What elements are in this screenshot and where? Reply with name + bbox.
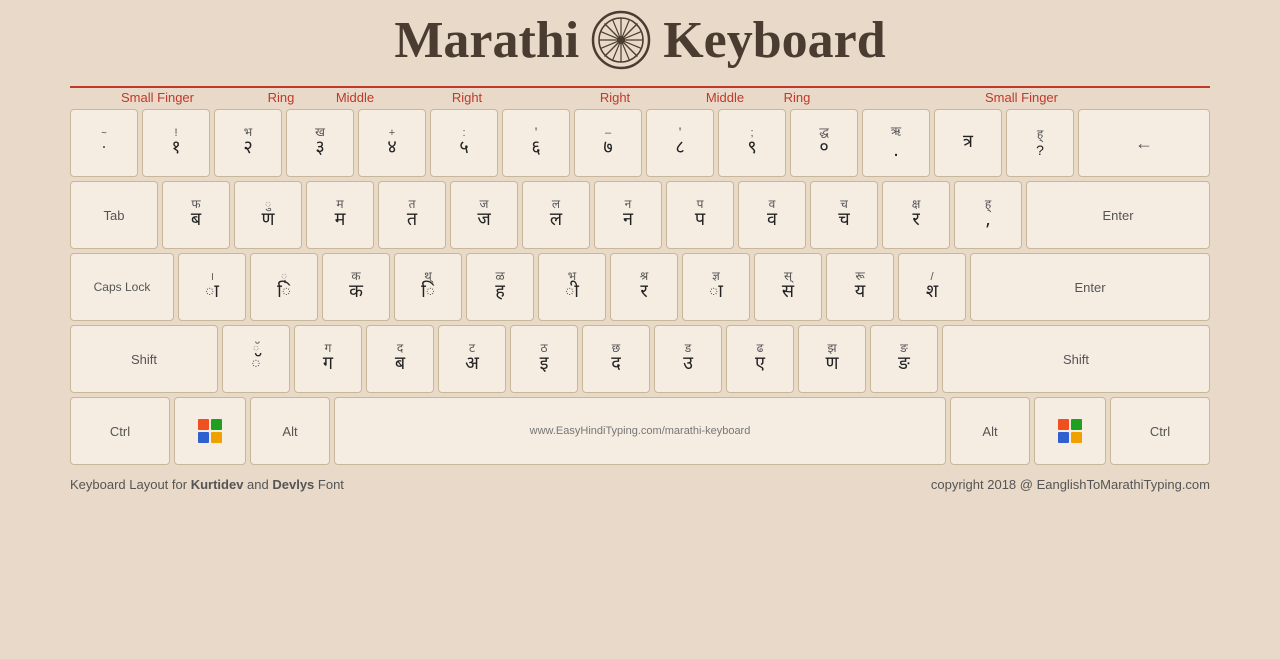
finger-label-right-l: Right [393,86,541,105]
key-n[interactable]: छ द [582,325,650,393]
key-1[interactable]: ! १ [142,109,210,177]
key-alt-right[interactable]: Alt [950,397,1030,465]
windows-icon-left [198,419,222,443]
key-l[interactable]: स् स [754,253,822,321]
ashoka-wheel-icon [591,10,651,70]
finger-label-middle-r: Middle [689,86,761,105]
finger-label-middle-l: Middle [317,86,393,105]
key-enter[interactable]: Enter [1026,181,1210,249]
key-8[interactable]: ' ८ [646,109,714,177]
key-e[interactable]: म म [306,181,374,249]
footer-font2: Devlys [272,477,314,492]
key-x[interactable]: ग ग [294,325,362,393]
key-y[interactable]: ल ल [522,181,590,249]
key-bracket-close[interactable]: ह् , [954,181,1022,249]
key-2[interactable]: भ २ [214,109,282,177]
key-period[interactable]: झ ण [798,325,866,393]
key-g[interactable]: ळ ह [466,253,534,321]
key-equals[interactable]: त्र [934,109,1002,177]
key-bracket-open[interactable]: क्ष र [882,181,950,249]
finger-label-small-finger-l: Small Finger [70,86,245,105]
key-5[interactable]: : ५ [430,109,498,177]
key-shift-right[interactable]: Shift [942,325,1210,393]
key-w[interactable]: ु ण [234,181,302,249]
key-ctrl-right[interactable]: Ctrl [1110,397,1210,465]
footer-right: copyright 2018 @ EanglishToMarathiTyping… [931,477,1210,492]
windows-icon-right [1058,419,1082,443]
row-caps: Caps Lock । ा ृ ि क क थ् ि ळ ह [70,253,1210,321]
key-b[interactable]: ठ इ [510,325,578,393]
row-shift: Shift ॅ ॅ ग ग द ब ट अ ठ इ छ [70,325,1210,393]
key-quote[interactable]: / श [898,253,966,321]
key-win-left[interactable] [174,397,246,465]
footer-font1: Kurtidev [191,477,244,492]
key-i[interactable]: प प [666,181,734,249]
key-tab[interactable]: Tab [70,181,158,249]
key-q[interactable]: फ ब [162,181,230,249]
key-r[interactable]: त त [378,181,446,249]
key-6[interactable]: ' ६ [502,109,570,177]
row-number: ~ · ! १ भ २ ख ३ + ४ : ५ [70,109,1210,177]
finger-label-small-finger-r: Small Finger [833,86,1210,105]
key-caps-lock[interactable]: Caps Lock [70,253,174,321]
key-4[interactable]: + ४ [358,109,426,177]
key-u[interactable]: न न [594,181,662,249]
key-v[interactable]: ट अ [438,325,506,393]
key-3[interactable]: ख ३ [286,109,354,177]
key-slash[interactable]: ङ ङ [870,325,938,393]
finger-label-ring-l: Ring [245,86,317,105]
key-o[interactable]: व व [738,181,806,249]
footer-left: Keyboard Layout for Kurtidev and Devlys … [70,477,344,492]
key-backslash-top[interactable]: ह् ? [1006,109,1074,177]
finger-label-ring-r: Ring [761,86,833,105]
key-k[interactable]: ज्ञ ा [682,253,750,321]
key-minus[interactable]: ऋ . [862,109,930,177]
key-t[interactable]: ज ज [450,181,518,249]
key-alt-left[interactable]: Alt [250,397,330,465]
key-0[interactable]: द्ध ० [790,109,858,177]
key-shift-left[interactable]: Shift [70,325,218,393]
key-s[interactable]: ृ ि [250,253,318,321]
key-9[interactable]: ; ९ [718,109,786,177]
key-h[interactable]: भ ी [538,253,606,321]
row-bottom: Ctrl Alt www.EasyHindiTyping.com/marathi… [70,397,1210,465]
key-d[interactable]: क क [322,253,390,321]
key-backspace[interactable]: ← [1078,109,1210,177]
key-j[interactable]: श्र र [610,253,678,321]
key-z[interactable]: ॅ ॅ [222,325,290,393]
key-ctrl-left[interactable]: Ctrl [70,397,170,465]
key-semicolon[interactable]: रू य [826,253,894,321]
key-space[interactable]: www.EasyHindiTyping.com/marathi-keyboard [334,397,946,465]
keyboard: ~ · ! १ भ २ ख ३ + ४ : ५ [70,109,1210,469]
key-m[interactable]: ड उ [654,325,722,393]
key-a[interactable]: । ा [178,253,246,321]
key-f[interactable]: थ् ि [394,253,462,321]
finger-label-right-r: Right [541,86,689,105]
key-c[interactable]: द ब [366,325,434,393]
title-area: Marathi Keyboard [394,10,885,70]
title-keyboard: Keyboard [663,11,885,70]
key-7[interactable]: – ७ [574,109,642,177]
row-tab: Tab फ ब ु ण म म त त ज ज ल [70,181,1210,249]
key-backtick[interactable]: ~ · [70,109,138,177]
footer: Keyboard Layout for Kurtidev and Devlys … [70,477,1210,492]
key-p[interactable]: च च [810,181,878,249]
key-enter-r[interactable]: Enter [970,253,1210,321]
key-comma[interactable]: ढ ए [726,325,794,393]
finger-labels: Small Finger Ring Middle Right Right Mid… [70,86,1210,105]
title-marathi: Marathi [394,11,579,70]
key-win-right[interactable] [1034,397,1106,465]
